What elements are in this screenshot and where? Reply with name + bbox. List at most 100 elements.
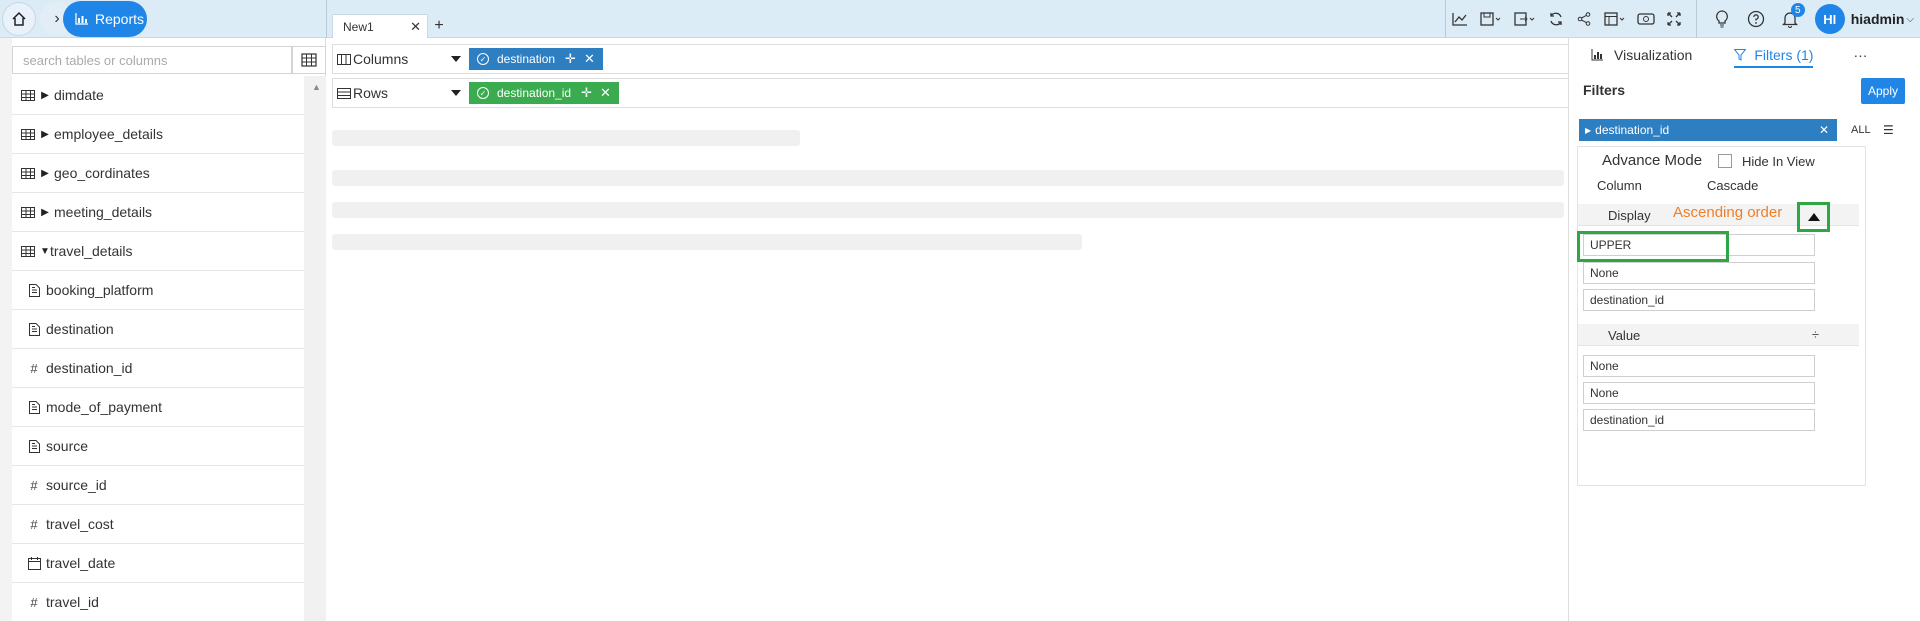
add-tab-button[interactable]: + [428,14,450,38]
tree-item-label: mode_of_payment [46,399,162,415]
tab-label: New1 [343,19,374,34]
display-field-3[interactable]: destination_id [1583,289,1815,311]
fullscreen-icon[interactable] [1660,0,1688,38]
tree-item-label: employee_details [54,126,163,142]
display-section-label: Display [1608,208,1651,223]
search-input[interactable] [12,46,292,74]
layout-dropdown-icon[interactable] [1598,0,1632,38]
tree-item-label: travel_details [50,243,133,259]
cascade-label: Cascade [1707,178,1759,193]
line-chart-icon[interactable] [1446,0,1474,38]
tree-item-label: dimdate [54,87,104,103]
tree-item-source-id[interactable]: # source_id [12,466,304,505]
value-field-1[interactable]: None [1583,355,1815,377]
tree-item-geo-cordinates[interactable]: ▶ geo_cordinates [12,154,304,193]
tree-item-travel-cost[interactable]: # travel_cost [12,505,304,544]
scroll-up-icon[interactable]: ▲ [312,82,321,92]
chip-label: destination_id [497,86,572,100]
tree-item-booking-platform[interactable]: booking_platform [12,271,304,310]
remove-icon[interactable]: ✕ [584,51,595,67]
caret-right-icon[interactable]: ▶ [40,90,50,101]
panel-tabs: Visualization Filters (1) ··· [1569,38,1920,72]
chart-icon [1591,49,1603,61]
highlight-box [1577,231,1729,262]
table-view-button[interactable] [292,46,326,74]
toolbar: 5 HI hiadmin ⌵ [1444,0,1920,38]
remove-icon[interactable]: ✕ [600,85,611,101]
number-field-icon: # [30,477,38,493]
caret-right-icon[interactable]: ▶ [40,129,50,140]
value-field-2[interactable]: None [1583,382,1815,404]
text-field-icon [26,321,42,337]
caret-right-icon[interactable]: ▶ [1585,126,1591,135]
tab-visualization[interactable]: Visualization [1591,38,1692,72]
user-menu[interactable]: HI hiadmin ⌵ [1807,4,1920,34]
text-field-icon [26,438,42,454]
tree-item-destination-id[interactable]: # destination_id [12,349,304,388]
text-field-icon [26,282,42,298]
filter-chip-label: destination_id [1595,123,1670,137]
columns-chip[interactable]: ✓ destination ✛ ✕ [469,48,603,70]
more-options-icon[interactable]: ··· [1853,38,1867,72]
caret-down-icon[interactable]: ▼ [40,246,50,257]
tree-item-destination[interactable]: destination [12,310,304,349]
scrollbar[interactable]: ▲ [304,76,326,621]
annotation-text: Ascending order [1673,204,1783,221]
display-field-2[interactable]: None [1583,262,1815,284]
caret-right-icon[interactable]: ▶ [40,207,50,218]
calendar-icon [26,555,42,571]
document-tabs: New1 ✕ + [332,14,450,38]
tab-filters[interactable]: Filters (1) [1734,38,1814,72]
lightbulb-icon[interactable] [1705,0,1739,38]
rows-chip[interactable]: ✓ destination_id ✛ ✕ [469,82,619,104]
chevron-down-icon: ⌵ [1906,13,1914,25]
tab-new1[interactable]: New1 ✕ [332,14,428,38]
apply-button[interactable]: Apply [1861,78,1905,104]
preview-icon[interactable] [1632,0,1660,38]
columns-shelf[interactable]: Columns ✓ destination ✛ ✕ [332,44,1570,74]
tree-item-source[interactable]: source [12,427,304,466]
hide-in-view-label: Hide In View [1742,154,1815,169]
caret-right-icon[interactable]: ▶ [40,168,50,179]
tree-item-dimdate[interactable]: ▶ dimdate [12,76,304,115]
value-field-3[interactable]: destination_id [1583,409,1815,431]
move-icon[interactable]: ✛ [581,85,592,101]
export-dropdown-icon[interactable] [1508,0,1542,38]
divider [1695,0,1697,38]
help-icon[interactable] [1739,0,1773,38]
value-section-header[interactable]: Value ÷ [1578,324,1859,346]
tree-item-employee-details[interactable]: ▶ employee_details [12,115,304,154]
sort-ascending-button[interactable] [1797,202,1830,232]
refresh-icon[interactable] [1542,0,1570,38]
columns-icon [337,53,351,65]
rows-shelf[interactable]: Rows ✓ destination_id ✛ ✕ [332,78,1570,108]
tree-item-travel-date[interactable]: travel_date [12,544,304,583]
move-icon[interactable]: ✛ [565,51,576,67]
loading-placeholder [332,234,1082,250]
all-label[interactable]: ALL [1851,124,1871,136]
home-button[interactable] [2,2,36,36]
tree-item-meeting-details[interactable]: ▶ meeting_details [12,193,304,232]
save-dropdown-icon[interactable] [1474,0,1508,38]
rows-shelf-label[interactable]: Rows [333,79,465,107]
remove-icon[interactable]: ✕ [1819,123,1829,137]
tree-item-travel-id[interactable]: # travel_id [12,583,304,621]
breadcrumb-reports[interactable]: Reports [63,1,147,37]
share-icon[interactable] [1570,0,1598,38]
tree-item-label: travel_id [46,594,99,610]
number-field-icon: # [30,360,38,376]
tree-item-label: source_id [46,477,107,493]
hide-in-view-checkbox[interactable] [1718,154,1732,168]
dropdown-icon[interactable] [451,56,461,62]
tree-item-mode-of-payment[interactable]: mode_of_payment [12,388,304,427]
tree-item-travel-details[interactable]: ▼ travel_details [12,232,304,271]
columns-shelf-label[interactable]: Columns [333,45,465,73]
table-icon [20,243,36,259]
close-icon[interactable]: ✕ [410,19,421,35]
filter-chip[interactable]: ▶ destination_id ✕ [1579,119,1837,141]
split-icon[interactable]: ÷ [1812,327,1819,342]
dropdown-icon[interactable] [451,90,461,96]
filters-title: Filters [1583,82,1626,98]
list-icon[interactable]: ☰ [1883,123,1894,137]
notifications-button[interactable]: 5 [1773,0,1807,38]
